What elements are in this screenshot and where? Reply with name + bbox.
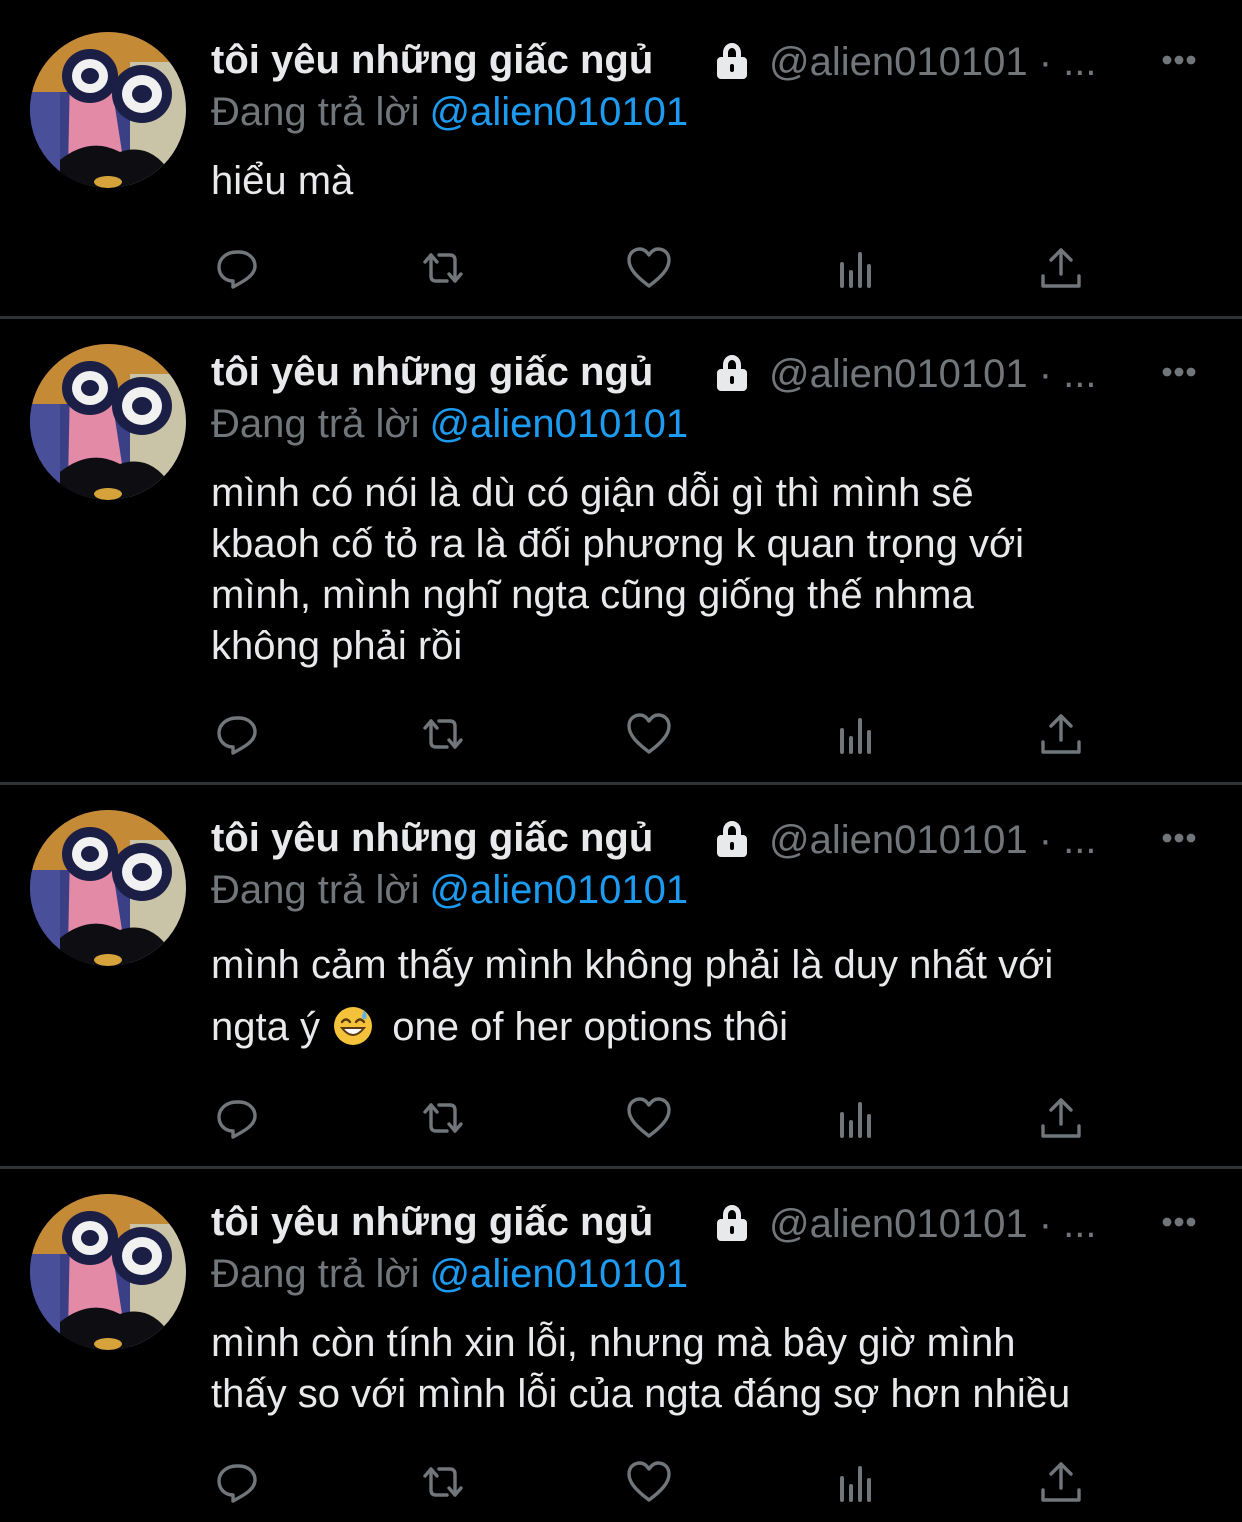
replying-to: Đang trả lời @alien010101: [211, 1252, 688, 1297]
share-icon[interactable]: [1035, 708, 1087, 760]
tweet-header: tôi yêu những giấc ngủ @alien010101 · ..…: [211, 816, 1212, 864]
analytics-icon[interactable]: [830, 1456, 882, 1508]
more-icon[interactable]: [1159, 40, 1199, 80]
author-handle[interactable]: @alien010101 · ...: [769, 818, 1096, 863]
tweet-text: mình cảm thấy mình không phải là duy nhấ…: [211, 934, 1221, 1058]
reply-icon[interactable]: [211, 1092, 263, 1144]
tweet-text-fragment: ngta ý: [211, 1005, 320, 1049]
tweet-line: không phải rồi: [211, 624, 463, 668]
replying-to: Đang trả lời @alien010101: [211, 90, 688, 135]
tweet-line: mình còn tính xin lỗi, nhưng mà bây giờ …: [211, 1321, 1016, 1365]
author-name[interactable]: tôi yêu những giấc ngủ: [211, 350, 653, 395]
tweet-line: ngta ý one of her options thôi: [211, 996, 1221, 1058]
avatar[interactable]: [30, 810, 186, 966]
tweet-line: mình cảm thấy mình không phải là duy nhấ…: [211, 943, 1054, 987]
action-bar: [0, 1092, 1242, 1144]
tweet-header: tôi yêu những giấc ngủ @alien010101 · ..…: [211, 350, 1212, 398]
action-bar: [0, 1456, 1242, 1508]
heart-icon[interactable]: [623, 708, 675, 760]
tweet-1[interactable]: tôi yêu những giấc ngủ @alien010101 · ..…: [0, 0, 1242, 316]
tweet-text-fragment: one of her options thôi: [392, 1005, 789, 1049]
more-icon[interactable]: [1159, 352, 1199, 392]
more-icon[interactable]: [1159, 818, 1199, 858]
lock-icon: [717, 1205, 747, 1241]
retweet-icon[interactable]: [417, 1092, 469, 1144]
tweet-line: mình có nói là dù có giận dỗi gì thì mìn…: [211, 471, 974, 515]
tweet-line: kbaoh cố tỏ ra là đối phương k quan trọn…: [211, 522, 1025, 566]
tweet-line: thấy so với mình lỗi của ngta đáng sợ hơ…: [211, 1372, 1071, 1416]
action-bar: [0, 708, 1242, 760]
tweet-4[interactable]: tôi yêu những giấc ngủ @alien010101 · ..…: [0, 1162, 1242, 1522]
author-name[interactable]: tôi yêu những giấc ngủ: [211, 1200, 653, 1245]
author-handle[interactable]: @alien010101 · ...: [769, 352, 1096, 397]
reply-prefix: Đang trả lời: [211, 90, 420, 134]
reply-prefix: Đang trả lời: [211, 1252, 420, 1296]
tweet-header: tôi yêu những giấc ngủ @alien010101 · ..…: [211, 38, 1212, 86]
tweet-2[interactable]: tôi yêu những giấc ngủ @alien010101 · ..…: [0, 312, 1242, 782]
avatar[interactable]: [30, 1194, 186, 1350]
author-handle[interactable]: @alien010101 · ...: [769, 1202, 1096, 1247]
reply-icon[interactable]: [211, 242, 263, 294]
retweet-icon[interactable]: [417, 1456, 469, 1508]
reply-icon[interactable]: [211, 708, 263, 760]
tweet-text: mình còn tính xin lỗi, nhưng mà bây giờ …: [211, 1318, 1221, 1420]
reply-prefix: Đang trả lời: [211, 402, 420, 446]
tweet-line: hiểu mà: [211, 159, 354, 203]
tweet-text: hiểu mà: [211, 156, 1221, 207]
author-name[interactable]: tôi yêu những giấc ngủ: [211, 816, 653, 861]
author-handle[interactable]: @alien010101 · ...: [769, 40, 1096, 85]
lock-icon: [717, 43, 747, 79]
reply-mention-link[interactable]: @alien010101: [430, 868, 689, 912]
analytics-icon[interactable]: [830, 242, 882, 294]
analytics-icon[interactable]: [830, 1092, 882, 1144]
replying-to: Đang trả lời @alien010101: [211, 868, 688, 913]
action-bar: [0, 242, 1242, 294]
retweet-icon[interactable]: [417, 708, 469, 760]
grinning-face-with-sweat-icon: [334, 1007, 373, 1045]
author-name[interactable]: tôi yêu những giấc ngủ: [211, 38, 653, 83]
share-icon[interactable]: [1035, 1092, 1087, 1144]
replying-to: Đang trả lời @alien010101: [211, 402, 688, 447]
share-icon[interactable]: [1035, 242, 1087, 294]
reply-prefix: Đang trả lời: [211, 868, 420, 912]
tweet-header: tôi yêu những giấc ngủ @alien010101 · ..…: [211, 1200, 1212, 1248]
lock-icon: [717, 355, 747, 391]
share-icon[interactable]: [1035, 1456, 1087, 1508]
reply-mention-link[interactable]: @alien010101: [430, 90, 689, 134]
analytics-icon[interactable]: [830, 708, 882, 760]
heart-icon[interactable]: [623, 1456, 675, 1508]
reply-icon[interactable]: [211, 1456, 263, 1508]
avatar[interactable]: [30, 344, 186, 500]
reply-mention-link[interactable]: @alien010101: [430, 1252, 689, 1296]
heart-icon[interactable]: [623, 1092, 675, 1144]
tweet-line: mình, mình nghĩ ngta cũng giống thế nhma: [211, 573, 974, 617]
heart-icon[interactable]: [623, 242, 675, 294]
retweet-icon[interactable]: [417, 242, 469, 294]
avatar[interactable]: [30, 32, 186, 188]
more-icon[interactable]: [1159, 1202, 1199, 1242]
reply-mention-link[interactable]: @alien010101: [430, 402, 689, 446]
tweet-3[interactable]: tôi yêu những giấc ngủ @alien010101 · ..…: [0, 778, 1242, 1166]
tweet-text: mình có nói là dù có giận dỗi gì thì mìn…: [211, 468, 1221, 672]
lock-icon: [717, 821, 747, 857]
